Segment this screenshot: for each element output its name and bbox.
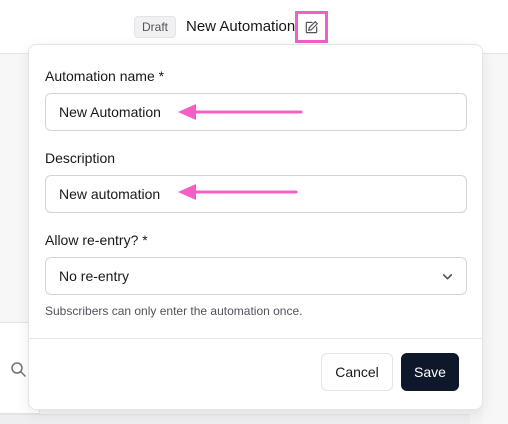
- reentry-select[interactable]: No re-entry: [45, 257, 467, 295]
- automation-name-label: Automation name *: [45, 68, 165, 84]
- reentry-selected-value: No re-entry: [59, 268, 130, 284]
- annotation-arrow-name: [178, 104, 303, 120]
- background-panel-right: [483, 54, 508, 424]
- footer-divider: [29, 338, 482, 339]
- chevron-down-icon: [442, 274, 453, 280]
- status-badge: Draft: [134, 16, 177, 38]
- save-button[interactable]: Save: [401, 353, 459, 391]
- automation-title: New Automation: [186, 18, 296, 35]
- cancel-button[interactable]: Cancel: [321, 353, 393, 391]
- edit-title-button[interactable]: [295, 11, 328, 43]
- reentry-label: Allow re-entry? *: [45, 232, 148, 248]
- pencil-edit-icon: [305, 20, 318, 33]
- background-list-row: [0, 414, 470, 424]
- edit-automation-popover: Automation name * New Automation Descrip…: [28, 44, 483, 410]
- description-label: Description: [45, 150, 116, 166]
- annotation-arrow-description: [178, 184, 298, 200]
- reentry-helper-text: Subscribers can only enter the automatio…: [45, 304, 303, 318]
- search-icon: [11, 362, 26, 377]
